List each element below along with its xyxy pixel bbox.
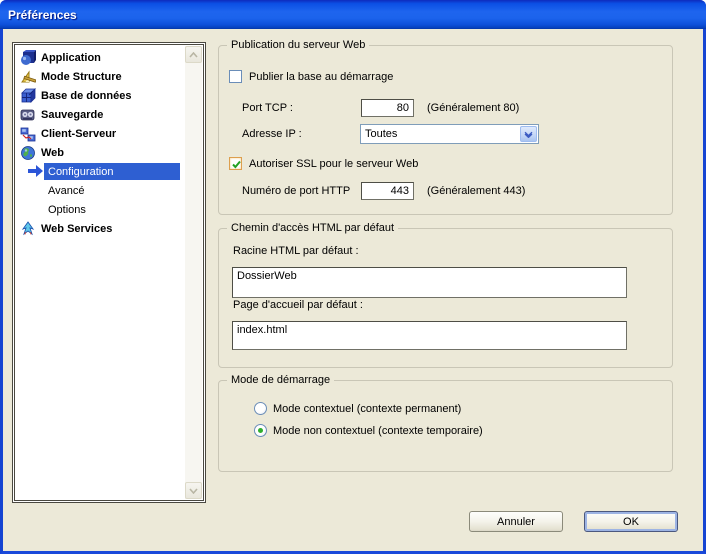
adresse-ip-row: Adresse IP : Toutes xyxy=(242,123,539,145)
check-icon xyxy=(231,159,242,170)
group-publication-serveur-web: Publication du serveur Web Publier la ba… xyxy=(218,45,673,215)
backup-icon xyxy=(20,107,36,123)
selected-item-highlight: Configuration xyxy=(44,163,180,180)
page-accueil-input[interactable]: index.html xyxy=(232,321,627,350)
preferences-dialog: Préférences Application xyxy=(0,0,706,554)
adresse-ip-select[interactable]: Toutes xyxy=(360,124,539,144)
mode-non-contextuel-row: Mode non contextuel (contexte temporaire… xyxy=(254,424,483,437)
group-mode-demarrage: Mode de démarrage Mode contextuel (conte… xyxy=(218,380,673,472)
port-tcp-row: Port TCP : (Généralement 80) xyxy=(242,98,519,118)
group-chemin-html: Chemin d'accès HTML par défaut Racine HT… xyxy=(218,228,673,368)
sidebar-item-web-services[interactable]: Web Services xyxy=(16,219,185,238)
structure-icon xyxy=(20,69,36,85)
sidebar-item-label: Configuration xyxy=(48,166,113,178)
sidebar-item-client-serveur[interactable]: Client-Serveur xyxy=(16,124,185,143)
dialog-content: Application Mode Structure xyxy=(3,29,703,551)
selected-arrow-icon xyxy=(28,165,43,177)
chevron-down-icon xyxy=(524,131,533,138)
application-icon xyxy=(20,50,36,66)
scroll-up-button[interactable] xyxy=(185,46,202,63)
ssl-checkbox-label: Autoriser SSL pour le serveur Web xyxy=(249,158,418,170)
chevron-down-icon xyxy=(189,488,198,494)
window-title: Préférences xyxy=(0,8,77,22)
sidebar-item-label: Options xyxy=(48,204,86,216)
sidebar-item-label: Web xyxy=(41,147,64,159)
sidebar-item-mode-structure[interactable]: Mode Structure xyxy=(16,67,185,86)
tree-scrollbar[interactable] xyxy=(185,46,202,499)
sidebar-item-configuration[interactable]: Configuration xyxy=(16,162,185,181)
ssl-checkbox[interactable] xyxy=(229,157,242,170)
group-title: Mode de démarrage xyxy=(227,373,334,387)
group-title: Publication du serveur Web xyxy=(227,38,369,52)
sidebar-item-application[interactable]: Application xyxy=(16,48,185,67)
combo-dropdown-button[interactable] xyxy=(520,126,537,142)
sidebar-item-avance[interactable]: Avancé xyxy=(16,181,185,200)
group-title: Chemin d'accès HTML par défaut xyxy=(227,221,398,235)
tree-items: Application Mode Structure xyxy=(16,46,185,499)
client-server-icon xyxy=(20,126,36,142)
sidebar-item-label: Mode Structure xyxy=(41,71,122,83)
port-tcp-hint: (Généralement 80) xyxy=(427,102,519,114)
racine-html-label: Racine HTML par défaut : xyxy=(233,245,359,257)
sidebar-item-label: Base de données xyxy=(41,90,131,102)
publish-checkbox-row: Publier la base au démarrage xyxy=(229,70,393,83)
sidebar-item-label: Application xyxy=(41,52,101,64)
database-icon xyxy=(20,88,36,104)
sidebar-item-label: Client-Serveur xyxy=(41,128,116,140)
sidebar-item-web[interactable]: Web xyxy=(16,143,185,162)
http-port-label: Numéro de port HTTP xyxy=(242,185,361,197)
chevron-up-icon xyxy=(189,52,198,58)
sidebar-item-label: Web Services xyxy=(41,223,112,235)
mode-non-contextuel-label: Mode non contextuel (contexte temporaire… xyxy=(273,425,483,437)
sidebar-item-options[interactable]: Options xyxy=(16,200,185,219)
sidebar-item-sauvegarde[interactable]: Sauvegarde xyxy=(16,105,185,124)
page-accueil-label: Page d'accueil par défaut : xyxy=(233,299,363,311)
web-services-icon xyxy=(20,221,36,237)
mode-non-contextuel-radio[interactable] xyxy=(254,424,267,437)
http-port-input[interactable] xyxy=(361,182,414,200)
publish-checkbox-label: Publier la base au démarrage xyxy=(249,71,393,83)
web-icon xyxy=(20,145,36,161)
ssl-checkbox-row: Autoriser SSL pour le serveur Web xyxy=(229,157,418,170)
cancel-button[interactable]: Annuler xyxy=(469,511,563,532)
http-port-row: Numéro de port HTTP (Généralement 443) xyxy=(242,181,525,201)
http-port-hint: (Généralement 443) xyxy=(427,185,525,197)
scroll-down-button[interactable] xyxy=(185,482,202,499)
sidebar-item-label: Sauvegarde xyxy=(41,109,103,121)
sidebar-item-label: Avancé xyxy=(48,185,85,197)
port-tcp-input[interactable] xyxy=(361,99,414,117)
publish-checkbox[interactable] xyxy=(229,70,242,83)
port-tcp-label: Port TCP : xyxy=(242,102,361,114)
mode-contextuel-radio[interactable] xyxy=(254,402,267,415)
sidebar-item-base-de-donnees[interactable]: Base de données xyxy=(16,86,185,105)
preferences-tree: Application Mode Structure xyxy=(12,42,206,503)
title-bar[interactable]: Préférences xyxy=(0,0,706,29)
adresse-ip-value: Toutes xyxy=(361,128,520,140)
mode-contextuel-label: Mode contextuel (contexte permanent) xyxy=(273,403,461,415)
ok-button[interactable]: OK xyxy=(584,511,678,532)
mode-contextuel-row: Mode contextuel (contexte permanent) xyxy=(254,402,461,415)
racine-html-input[interactable]: DossierWeb xyxy=(232,267,627,298)
adresse-ip-label: Adresse IP : xyxy=(242,128,360,140)
